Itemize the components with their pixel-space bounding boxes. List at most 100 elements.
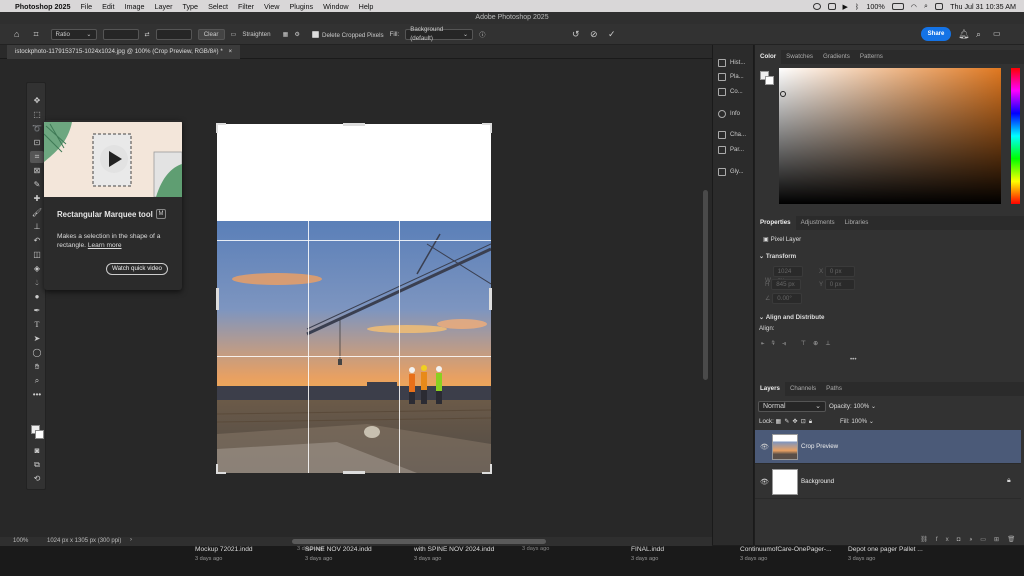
workspace-icon[interactable]: ▭ bbox=[993, 29, 1001, 38]
menu-app-name[interactable]: Photoshop 2025 bbox=[10, 2, 76, 11]
desktop-file[interactable]: with SPINE NOV 2024.indd 3 days ago bbox=[414, 546, 494, 562]
angle-field[interactable]: ∠ 0.00° bbox=[765, 293, 803, 304]
desktop-file[interactable]: ContinuumofCare-OnePager-... 3 days ago bbox=[740, 546, 832, 562]
new-layer-icon[interactable]: ⊞ bbox=[994, 536, 1007, 543]
delete-layer-icon[interactable]: 🗑︎ bbox=[1007, 536, 1023, 543]
character-panel-button[interactable]: Cha... bbox=[718, 131, 746, 139]
control-center-icon[interactable] bbox=[935, 2, 944, 10]
menu-view[interactable]: View bbox=[259, 2, 284, 11]
screen-mode-icon[interactable]: ⧉ bbox=[30, 459, 44, 471]
new-group-icon[interactable]: ▭ bbox=[980, 536, 994, 543]
crop-handle-top[interactable] bbox=[343, 123, 365, 126]
tooltip-preview-image[interactable] bbox=[44, 122, 182, 198]
menu-type[interactable]: Type bbox=[177, 2, 203, 11]
desktop-file[interactable]: Depot one pager Pallet ... 3 days ago bbox=[848, 546, 923, 562]
object-select-tool-icon[interactable]: ⊡ bbox=[30, 137, 44, 149]
bg-swatch[interactable] bbox=[765, 76, 774, 85]
clock[interactable]: Thu Jul 31 10:35 AM bbox=[950, 2, 1016, 11]
lock-icon[interactable]: 🔒︎ bbox=[1007, 477, 1011, 485]
tab-gradients[interactable]: Gradients bbox=[818, 50, 855, 64]
crop-handle-left[interactable] bbox=[216, 288, 219, 310]
marquee-tool-icon[interactable]: ⬚ bbox=[30, 109, 44, 121]
tab-patterns[interactable]: Patterns bbox=[855, 50, 888, 64]
align-top-icon[interactable]: ⊤ bbox=[801, 340, 813, 347]
move-tool-icon[interactable]: ✥ bbox=[30, 95, 44, 107]
x-field[interactable]: X 0 px bbox=[819, 266, 855, 277]
align-vcenter-icon[interactable]: ⊕ bbox=[813, 340, 825, 347]
adjustment-layer-icon[interactable]: ◑ bbox=[968, 536, 980, 543]
search-icon[interactable]: ⌕ bbox=[924, 1, 928, 11]
eraser-tool-icon[interactable]: ◫ bbox=[30, 249, 44, 261]
align-distribute-header[interactable]: ⌄ Align and Distribute bbox=[759, 314, 824, 321]
blur-tool-icon[interactable]: 💧︎ bbox=[30, 277, 44, 289]
type-tool-icon[interactable]: T bbox=[30, 319, 44, 331]
menu-help[interactable]: Help bbox=[354, 2, 379, 11]
align-right-icon[interactable]: ⫣ bbox=[782, 340, 793, 347]
more-tools-icon[interactable]: ••• bbox=[30, 389, 44, 401]
straighten-icon[interactable]: ▭ bbox=[231, 31, 237, 38]
straighten-label[interactable]: Straighten bbox=[242, 31, 270, 38]
color-field[interactable] bbox=[779, 68, 1001, 204]
eyedropper-tool-icon[interactable]: ✎ bbox=[30, 179, 44, 191]
menu-layer[interactable]: Layer bbox=[149, 2, 177, 11]
align-left-icon[interactable]: ⫦ bbox=[761, 340, 772, 347]
creative-cloud-icon[interactable] bbox=[812, 2, 821, 10]
history-brush-icon[interactable]: ↶ bbox=[30, 235, 44, 247]
wifi-icon[interactable]: ◠ bbox=[911, 2, 917, 11]
tab-swatches[interactable]: Swatches bbox=[781, 50, 818, 64]
edit-toolbar-icon[interactable]: ⟲ bbox=[30, 473, 44, 485]
menu-filter[interactable]: Filter bbox=[233, 2, 259, 11]
link-layers-icon[interactable]: ⛓︎ bbox=[920, 536, 936, 543]
visibility-eye-icon[interactable]: 👁︎ bbox=[760, 478, 769, 486]
screen-icon[interactable] bbox=[827, 2, 836, 10]
align-hcenter-icon[interactable]: ⫩ bbox=[772, 340, 783, 347]
watch-video-button[interactable]: Watch quick video bbox=[106, 263, 168, 275]
layer-row-background[interactable]: 👁︎ Background 🔒︎ bbox=[755, 465, 1021, 499]
play-icon[interactable]: ▶ bbox=[843, 2, 849, 11]
glyphs-panel-button[interactable]: Gly... bbox=[718, 168, 744, 176]
blend-mode-select[interactable]: Normal ⌄ bbox=[758, 401, 826, 412]
menu-image[interactable]: Image bbox=[120, 2, 150, 11]
tab-libraries[interactable]: Libraries bbox=[840, 216, 874, 230]
swap-icon[interactable]: ⇄ bbox=[145, 31, 150, 38]
crop-handle-bottom-right[interactable] bbox=[482, 464, 492, 474]
menu-plugins[interactable]: Plugins bbox=[284, 2, 318, 11]
crop-tool-icon[interactable]: ⌗ bbox=[30, 151, 44, 163]
h-field[interactable]: H 845 px bbox=[765, 279, 802, 290]
paragraph-panel-button[interactable]: Par... bbox=[718, 146, 744, 154]
path-select-icon[interactable]: ➤ bbox=[30, 333, 44, 345]
home-icon[interactable]: ⌂ bbox=[14, 29, 19, 39]
paint-bucket-icon[interactable]: ◈ bbox=[30, 263, 44, 275]
desktop-file[interactable]: Mockup 72021.indd 3 days ago bbox=[195, 546, 253, 562]
hue-slider[interactable] bbox=[1011, 68, 1020, 204]
opacity-control[interactable]: Opacity: 100% ⌄ bbox=[829, 403, 876, 410]
history-panel-button[interactable]: Hist... bbox=[718, 59, 745, 67]
more-options-icon[interactable]: ••• bbox=[850, 356, 857, 363]
background-color-swatch[interactable] bbox=[35, 430, 44, 439]
desktop-file[interactable]: SPINE NOV 2024.indd 3 days ago bbox=[305, 546, 372, 562]
document-info[interactable]: 1024 px x 1305 px (300 ppi) bbox=[47, 538, 121, 544]
ratio-select[interactable]: Ratio ⌄ bbox=[50, 28, 97, 40]
tab-color[interactable]: Color bbox=[755, 50, 782, 64]
overlay-grid-icon[interactable]: ▦ bbox=[283, 31, 289, 38]
frame-tool-icon[interactable]: ⊠ bbox=[30, 165, 44, 177]
document-image[interactable] bbox=[217, 124, 491, 473]
cancel-icon[interactable]: ⊘ bbox=[590, 29, 598, 40]
zoom-level[interactable]: 100% bbox=[13, 538, 28, 544]
crop-handle-bottom[interactable] bbox=[343, 471, 365, 474]
crop-handle-top-right[interactable] bbox=[482, 123, 492, 133]
shape-tool-icon[interactable]: ◯ bbox=[30, 347, 44, 359]
horizontal-scrollbar[interactable] bbox=[292, 539, 546, 544]
brush-tool-icon[interactable]: 🖌︎ bbox=[30, 207, 44, 219]
search-icon[interactable]: ⌕ bbox=[976, 29, 981, 40]
lock-icons[interactable]: ▦✎✥⊡🔒︎ bbox=[776, 418, 816, 425]
battery-icon[interactable] bbox=[891, 2, 904, 10]
menu-file[interactable]: File bbox=[76, 2, 98, 11]
share-button[interactable]: Share bbox=[921, 27, 951, 41]
stamp-tool-icon[interactable]: ⊥ bbox=[30, 221, 44, 233]
fill-select[interactable]: Background (default) ⌄ bbox=[405, 26, 474, 42]
layer-row-crop-preview[interactable]: 👁︎ Crop Preview bbox=[755, 430, 1021, 464]
document-tab[interactable]: istockphoto-1179153715-1024x1024.jpg @ 1… bbox=[7, 45, 241, 59]
healing-brush-icon[interactable]: ✚ bbox=[30, 193, 44, 205]
comments-panel-button[interactable]: Co... bbox=[718, 88, 743, 96]
